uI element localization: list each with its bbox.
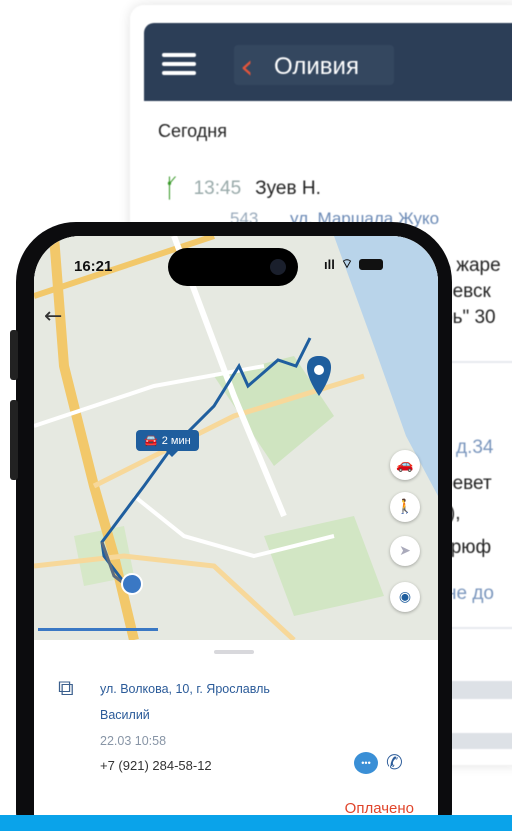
phone-side-button xyxy=(10,330,18,380)
hamburger-menu-icon[interactable] xyxy=(162,53,196,75)
location-icon: ◉ xyxy=(398,589,412,605)
order-time: 13:45 xyxy=(193,177,242,199)
deer-icon: ᚶ xyxy=(164,173,180,203)
car-icon: 🚘 xyxy=(144,435,158,447)
customer-name: Василий xyxy=(100,708,150,722)
stage: ‹ Оливия Сегодня ᚶ 13:45 Зуев Н. 543 ул.… xyxy=(0,0,512,831)
order-details-sheet: ⧉ ул. Волкова, 10, г. Ярославль Василий … xyxy=(34,640,438,831)
map-view[interactable]: 16:21 ıll ⌔ ← 🚘 2 мин 🚗 🚶 ➤ ◉ xyxy=(34,236,438,640)
chat-icon[interactable]: ••• xyxy=(354,752,378,774)
order-row[interactable]: ᚶ 13:45 Зуев Н. xyxy=(164,173,321,204)
app-header: ‹ Оливия xyxy=(144,23,512,101)
car-mode-button[interactable]: 🚗 xyxy=(390,450,420,480)
navigate-button[interactable]: ➤ xyxy=(390,536,420,566)
text-fragment: д.34 xyxy=(456,437,494,458)
map-graphic xyxy=(34,236,438,640)
phone-side-button xyxy=(10,400,18,480)
eta-label: 2 мин xyxy=(161,434,191,447)
phone-screen: 16:21 ıll ⌔ ← 🚘 2 мин 🚗 🚶 ➤ ◉ ⧉ ул. Волк… xyxy=(34,236,438,831)
signal-icon: ıll xyxy=(324,256,335,272)
customer-phone[interactable]: +7 (921) 284-58-12 xyxy=(100,758,212,773)
wifi-icon: ⌔ xyxy=(340,256,354,271)
walk-mode-button[interactable]: 🚶 xyxy=(390,492,420,522)
location-button[interactable]: ◉ xyxy=(390,582,420,612)
section-today-label: Сегодня xyxy=(158,121,227,141)
sheet-grabber[interactable] xyxy=(214,650,254,654)
app-title: Оливия xyxy=(274,53,359,80)
text-fragment-muted: не до xyxy=(446,583,494,604)
camera-icon xyxy=(270,259,286,275)
back-button[interactable]: ‹ Оливия xyxy=(234,45,394,87)
navigation-arrow-icon: ➤ xyxy=(399,543,411,559)
status-bar-icons: ıll ⌔ xyxy=(324,256,384,272)
order-datetime: 22.03 10:58 xyxy=(100,734,167,748)
walking-icon: 🚶 xyxy=(396,499,414,515)
delivery-address[interactable]: ул. Волкова, 10, г. Ярославль xyxy=(100,682,270,696)
phone-call-icon[interactable]: ✆ xyxy=(386,750,403,774)
back-arrow-icon[interactable]: ← xyxy=(44,304,62,329)
status-bar-time: 16:21 xyxy=(74,258,113,275)
dynamic-island xyxy=(168,248,298,286)
bottom-accent-bar xyxy=(0,815,512,831)
delivery-box-icon: ⧉ xyxy=(58,676,74,701)
car-icon: 🚗 xyxy=(396,457,414,473)
chevron-left-icon: ‹ xyxy=(240,47,254,87)
battery-icon xyxy=(359,258,384,270)
order-customer-name: Зуев Н. xyxy=(255,177,321,199)
eta-badge: 🚘 2 мин xyxy=(136,430,199,457)
